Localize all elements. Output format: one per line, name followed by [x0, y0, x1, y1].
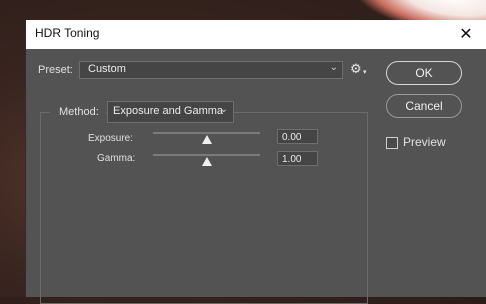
- gamma-label: Gamma:: [97, 153, 136, 164]
- chevron-down-icon: ⌄: [329, 62, 338, 73]
- method-dropdown[interactable]: Exposure and Gamma ⌄: [107, 101, 234, 123]
- gear-icon[interactable]: ⚙: [350, 63, 362, 76]
- gamma-value-field[interactable]: 1.00: [277, 151, 318, 166]
- preview-label: Preview: [403, 135, 446, 149]
- title-bar: HDR Toning ✕: [26, 20, 486, 49]
- gamma-slider-track[interactable]: [153, 154, 260, 156]
- preview-checkbox[interactable]: [386, 137, 398, 149]
- preset-value: Custom: [88, 63, 126, 75]
- method-value: Exposure and Gamma: [113, 105, 224, 117]
- exposure-slider-track[interactable]: [153, 132, 260, 134]
- exposure-slider-thumb[interactable]: [202, 135, 212, 144]
- gamma-slider-thumb[interactable]: [202, 157, 212, 166]
- close-icon[interactable]: ✕: [455, 23, 477, 45]
- ok-button[interactable]: OK: [386, 61, 462, 85]
- hdr-toning-dialog: HDR Toning ✕ Preset: Custom ⌄ ⚙ ▾ OK Can…: [25, 20, 486, 304]
- dialog-title: HDR Toning: [35, 26, 100, 40]
- cancel-button[interactable]: Cancel: [386, 94, 462, 118]
- method-label: Method:: [59, 106, 99, 118]
- preset-label: Preset:: [38, 64, 73, 76]
- exposure-label: Exposure:: [88, 133, 134, 144]
- chevron-down-icon: ⌄: [219, 104, 228, 115]
- exposure-value-field[interactable]: 0.00: [277, 129, 318, 144]
- preset-dropdown[interactable]: Custom ⌄: [79, 61, 343, 79]
- gear-menu-caret-icon: ▾: [363, 68, 367, 76]
